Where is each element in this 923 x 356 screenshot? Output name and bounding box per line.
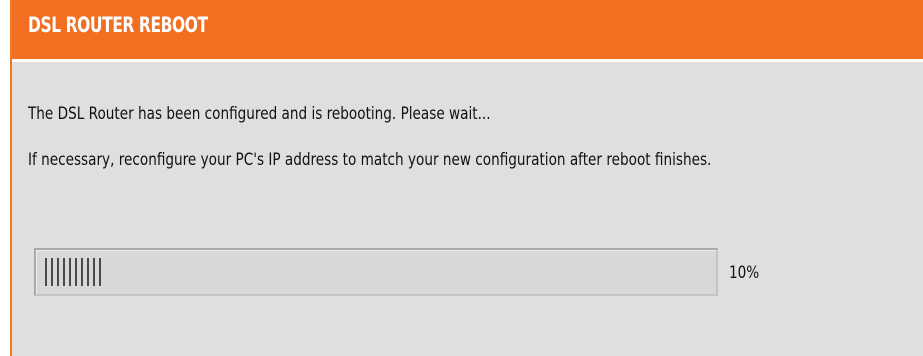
progress-tick bbox=[75, 258, 77, 286]
progress-tick bbox=[57, 258, 59, 286]
reboot-panel: DSL ROUTER REBOOT The DSL Router has bee… bbox=[10, 0, 923, 356]
progress-tick bbox=[93, 258, 95, 286]
progress-tick bbox=[69, 258, 71, 286]
reboot-progress-fill bbox=[45, 258, 105, 286]
progress-tick bbox=[45, 258, 47, 286]
progress-tick bbox=[63, 258, 65, 286]
progress-tick bbox=[99, 258, 101, 286]
page-title: DSL ROUTER REBOOT bbox=[28, 13, 208, 37]
panel-header: DSL ROUTER REBOOT bbox=[12, 0, 923, 62]
progress-tick bbox=[87, 258, 89, 286]
progress-tick bbox=[51, 258, 53, 286]
progress-tick bbox=[81, 258, 83, 286]
reboot-status-message: The DSL Router has been configured and i… bbox=[28, 104, 491, 124]
progress-percent-label: 10% bbox=[729, 263, 760, 283]
reboot-progress-bar bbox=[34, 248, 718, 296]
reconfigure-hint-message: If necessary, reconfigure your PC's IP a… bbox=[28, 150, 712, 170]
